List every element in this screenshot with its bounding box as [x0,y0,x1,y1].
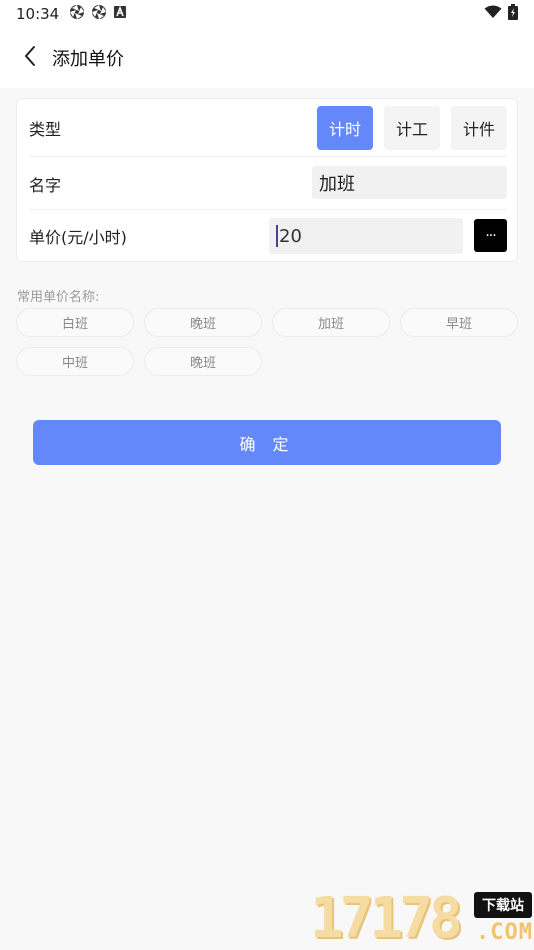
watermark-number: 17178 [310,886,463,950]
chip-evening-shift[interactable]: 晚班 [144,347,262,376]
chip-middle-shift[interactable]: 中班 [16,347,134,376]
price-row: 单价(元/小时) 20 ··· [29,211,507,261]
type-selector: 计时 计工 计件 [317,105,507,150]
name-label: 名字 [29,175,62,195]
type-label: 类型 [29,119,62,139]
confirm-button[interactable]: 确 定 [33,420,501,465]
name-input[interactable]: 加班 [312,166,507,199]
chip-overtime[interactable]: 加班 [272,308,390,337]
aperture-icon [91,4,107,24]
type-row: 类型 计时 计工 计件 [29,99,507,157]
price-label: 单价(元/小时) [29,228,127,247]
chip-day-shift[interactable]: 白班 [16,308,134,337]
app-bar: 添加单价 [0,28,534,88]
type-option-daily[interactable]: 计工 [384,105,440,150]
chip-night-shift[interactable]: 晚班 [144,308,262,337]
text-cursor [276,225,278,247]
more-dots-icon: ··· [485,227,496,244]
common-names-label: 常用单价名称: [17,290,100,305]
price-input[interactable]: 20 [269,218,463,254]
price-form-card: 类型 计时 计工 计件 名字 加班 单价(元/小时) 20 ··· [16,98,518,262]
battery-icon [508,4,518,24]
name-row: 名字 加班 [29,158,507,210]
watermark-com: .COM [476,920,533,945]
watermark-logo: 17178 下载站 .COM [310,888,534,950]
aperture-icon [69,4,85,24]
more-options-button[interactable]: ··· [474,219,507,252]
chevron-left-icon [23,45,37,71]
type-option-piece[interactable]: 计件 [451,105,507,150]
back-button[interactable] [8,36,52,80]
type-option-hourly[interactable]: 计时 [317,105,373,150]
price-value: 20 [279,225,302,247]
status-bar: 10:34 [0,0,534,28]
android-icon [113,5,127,23]
status-time: 10:34 [16,5,60,23]
watermark-tag: 下载站 [474,892,532,918]
name-value: 加班 [319,173,355,195]
chip-morning-shift[interactable]: 早班 [400,308,518,337]
page-title: 添加单价 [52,49,124,70]
wifi-icon [484,5,502,23]
